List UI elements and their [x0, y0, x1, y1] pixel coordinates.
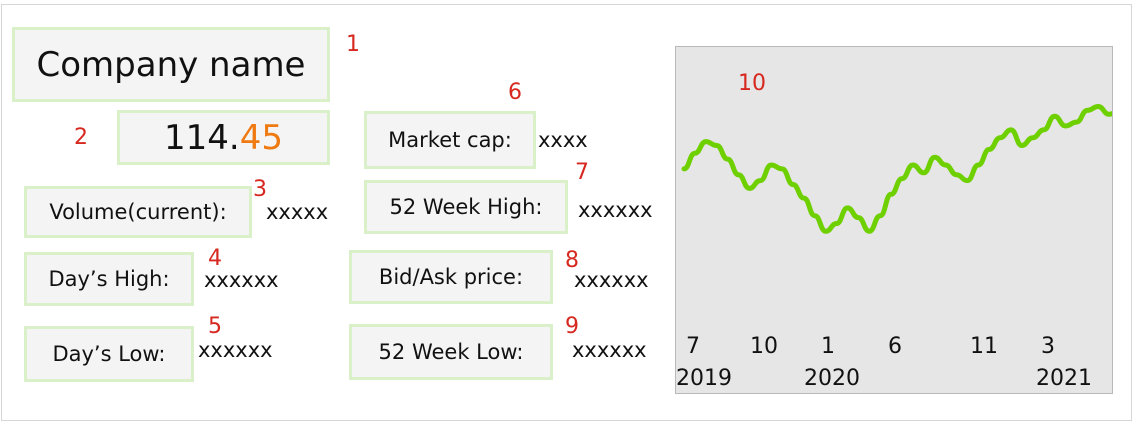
- week52-low-value: xxxxxx: [572, 338, 647, 362]
- price-box: 114.45: [117, 110, 330, 165]
- day-high-value: xxxxxx: [204, 268, 279, 292]
- day-low-label: Day’s Low:: [52, 342, 166, 366]
- annotation-2: 2: [74, 125, 88, 150]
- volume-label-box: Volume(current):: [24, 186, 252, 238]
- price-decimal: 45: [239, 117, 283, 158]
- week52-high-value: xxxxxx: [578, 198, 653, 222]
- price-chart: 10 7 10 1 6 11 3 2019 2020 2021: [675, 46, 1123, 394]
- x-tick-label: 11: [970, 334, 998, 359]
- x-tick-label: 7: [686, 334, 700, 359]
- x-tick-label: 1: [821, 334, 835, 359]
- price-line: [681, 104, 1123, 234]
- x-tick-label: 6: [888, 334, 902, 359]
- week52-high-label-box: 52 Week High:: [364, 180, 568, 234]
- annotation-9: 9: [565, 314, 579, 339]
- market-cap-label: Market cap:: [388, 128, 512, 152]
- week52-low-label: 52 Week Low:: [378, 340, 524, 364]
- market-cap-value: xxxx: [538, 128, 588, 152]
- price-chart-svg: 10 7 10 1 6 11 3 2019 2020 2021: [676, 71, 1123, 391]
- day-low-label-box: Day’s Low:: [24, 326, 194, 382]
- annotation-3: 3: [253, 177, 267, 202]
- volume-value: xxxxx: [266, 200, 329, 224]
- x-tick-label: 10: [750, 334, 778, 359]
- annotation-6: 6: [508, 80, 522, 105]
- stock-price: 114.45: [164, 118, 283, 158]
- day-low-value: xxxxxx: [198, 338, 273, 362]
- week52-high-label: 52 Week High:: [389, 195, 543, 219]
- annotation-5: 5: [208, 314, 222, 339]
- market-cap-label-box: Market cap:: [364, 111, 536, 169]
- x-year-label: 2020: [804, 366, 860, 391]
- day-high-label-box: Day’s High:: [24, 252, 194, 306]
- day-high-label: Day’s High:: [48, 267, 170, 291]
- bid-ask-value: xxxxxx: [574, 268, 649, 292]
- x-year-label: 2019: [676, 366, 732, 391]
- annotation-7: 7: [575, 160, 589, 185]
- annotation-1: 1: [346, 32, 360, 57]
- annotation-4: 4: [208, 246, 222, 271]
- week52-low-label-box: 52 Week Low:: [349, 324, 553, 380]
- price-whole: 114.: [164, 117, 240, 158]
- x-year-label: 2021: [1036, 366, 1092, 391]
- annotation-10: 10: [738, 71, 766, 96]
- volume-label: Volume(current):: [49, 200, 227, 224]
- x-axis-ticks: 7 10 1 6 11 3 2019 2020 2021: [676, 334, 1092, 391]
- x-tick-label: 3: [1041, 334, 1055, 359]
- company-name-box: Company name: [12, 27, 330, 102]
- bid-ask-label: Bid/Ask price:: [378, 265, 524, 289]
- bid-ask-label-box: Bid/Ask price:: [349, 250, 553, 304]
- company-name: Company name: [36, 44, 306, 85]
